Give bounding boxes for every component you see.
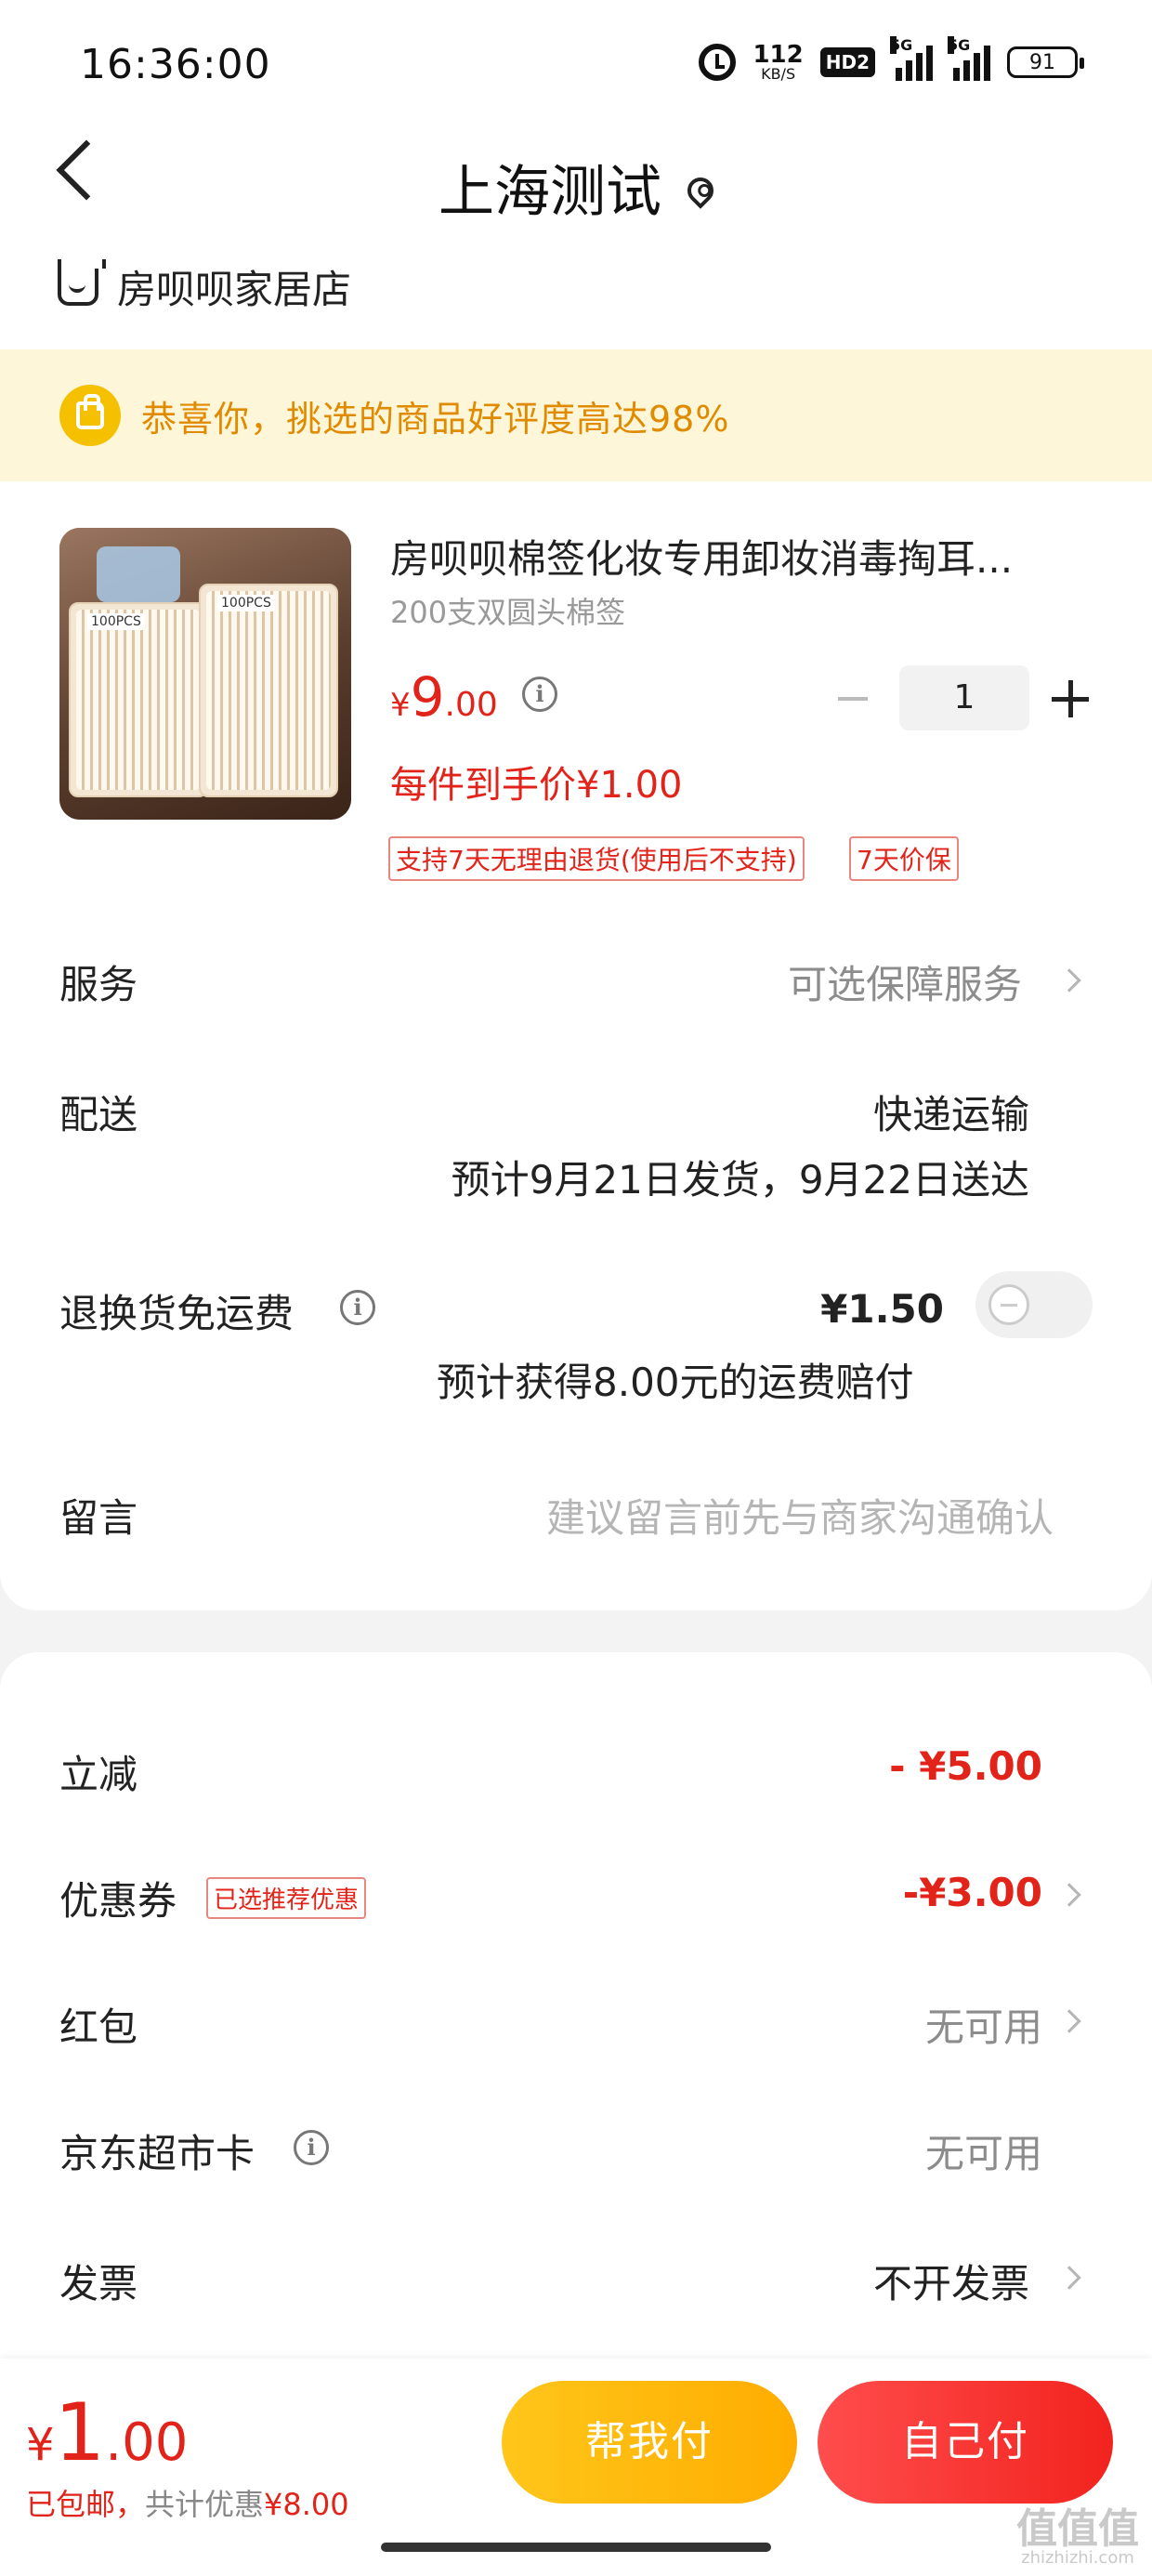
rating-banner: 恭喜你，挑选的商品好评度高达98% — [0, 349, 1152, 481]
total-price-decimal: .00 — [105, 2412, 189, 2473]
help-pay-button[interactable]: 帮我付 — [502, 2381, 797, 2504]
status-time: 16:36:00 — [80, 41, 271, 88]
watermark-subtext: zhizhizhi.com — [1021, 2548, 1134, 2568]
alarm-icon — [699, 44, 737, 81]
signal-5g-label-2: 5G — [948, 36, 971, 54]
total-price-currency: ¥ — [26, 2419, 55, 2471]
shop-name: 房呗呗家居店 — [117, 267, 352, 312]
return-shipping-info-icon[interactable]: i — [340, 1290, 375, 1325]
battery-icon: 91 — [1007, 46, 1084, 78]
return-policy-tag[interactable]: 支持7天无理由退货(使用后不支持) — [388, 836, 805, 881]
status-icons: 112 KB/S HD2 5G 5G 91 — [699, 36, 1084, 82]
network-speed-value: 112 — [753, 41, 804, 69]
product-image-label: 100PCS — [217, 595, 275, 611]
thumbs-up-icon — [59, 385, 121, 446]
coupon-value[interactable]: -¥3.00 — [903, 1870, 1042, 1915]
product-spec: 200支双圆头棉签 — [390, 595, 626, 630]
savings-summary[interactable]: 已包邮，共计优惠¥8.00 — [26, 2481, 349, 2524]
return-shipping-toggle[interactable] — [975, 1271, 1093, 1338]
product-price-integer: 9 — [410, 665, 445, 729]
product-title[interactable]: 房呗呗棉签化妆专用卸妆消毒掏耳... — [390, 528, 1078, 585]
toggle-knob-icon — [988, 1284, 1029, 1325]
service-label: 服务 — [59, 962, 138, 1007]
return-shipping-note: 预计获得8.00元的运费赔付 — [437, 1360, 914, 1405]
supermarket-card-label: 京东超市卡 — [59, 2131, 255, 2176]
invoice-label: 发票 — [59, 2261, 138, 2307]
signal-icon: 5G — [890, 36, 933, 81]
quantity-input[interactable]: 1 — [899, 665, 1029, 730]
supermarket-card-info-icon[interactable]: i — [294, 2130, 329, 2165]
status-bar: 16:36:00 112 KB/S HD2 5G 5G 91 — [0, 0, 1152, 139]
signal-5g-label: 5G — [890, 36, 913, 54]
watermark-logo: 值值值 zhizhizhi.com — [1016, 2509, 1139, 2567]
product-price: ¥9.00 — [390, 665, 498, 729]
red-packet-value[interactable]: 无可用 — [925, 1996, 1042, 2053]
network-speed: 112 KB/S — [753, 43, 803, 82]
service-value[interactable]: 可选保障服务 — [788, 953, 1022, 1010]
page-title-text: 上海测试 — [439, 160, 661, 225]
savings-prefix: 共计优惠 — [145, 2487, 265, 2522]
return-shipping-label: 退换货免运费 — [59, 1291, 295, 1336]
product-price-currency: ¥ — [390, 687, 411, 724]
signal-icon-2: 5G — [948, 36, 990, 81]
return-shipping-price: ¥1.50 — [820, 1286, 944, 1332]
unit-price: 每件到手价¥1.00 — [390, 764, 683, 807]
product-price-decimal: .00 — [444, 686, 498, 724]
price-info-icon[interactable]: i — [522, 677, 557, 712]
watermark-text: 值值值 — [1016, 2505, 1139, 2553]
hd-voice-icon: HD2 — [819, 47, 875, 77]
product-image-label: 100PCS — [87, 613, 145, 630]
supermarket-card-value: 无可用 — [924, 2131, 1042, 2176]
self-pay-button[interactable]: 自己付 — [818, 2381, 1113, 2504]
network-speed-unit: KB/S — [761, 65, 796, 83]
instant-discount-value: - ¥5.00 — [889, 1743, 1042, 1789]
coupon-label: 优惠券 — [59, 1878, 177, 1924]
shop-row[interactable]: 房呗呗家居店 — [58, 258, 351, 315]
total-price: ¥1.00 — [26, 2386, 188, 2479]
home-indicator[interactable] — [381, 2543, 771, 2552]
location-pin-icon — [682, 172, 719, 209]
rating-banner-text: 恭喜你，挑选的商品好评度高达98% — [141, 398, 730, 440]
coupon-recommend-badge: 已选推荐优惠 — [206, 1877, 367, 1919]
red-packet-label: 红包 — [59, 2004, 138, 2050]
message-label: 留言 — [59, 1495, 138, 1541]
total-price-integer: 1 — [54, 2386, 106, 2479]
delivery-method: 快递运输 — [872, 1092, 1029, 1137]
delivery-label: 配送 — [59, 1092, 138, 1137]
message-input[interactable]: 建议留言前先与商家沟通确认 — [546, 1487, 1054, 1544]
quantity-decrease-button[interactable] — [836, 682, 870, 716]
price-protection-tag[interactable]: 7天价保 — [849, 836, 959, 881]
savings-value: ¥8.00 — [264, 2487, 349, 2522]
page-title[interactable]: 上海测试 — [0, 147, 1152, 228]
delivery-eta: 预计9月21日发货，9月22日送达 — [451, 1157, 1029, 1203]
instant-discount-label: 立减 — [59, 1752, 138, 1797]
shop-icon — [58, 258, 106, 306]
shipping-note: 已包邮， — [26, 2487, 146, 2522]
invoice-value[interactable]: 不开发票 — [873, 2253, 1029, 2309]
product-image[interactable]: 100PCS 100PCS — [59, 528, 351, 820]
quantity-increase-button[interactable] — [1052, 680, 1089, 717]
